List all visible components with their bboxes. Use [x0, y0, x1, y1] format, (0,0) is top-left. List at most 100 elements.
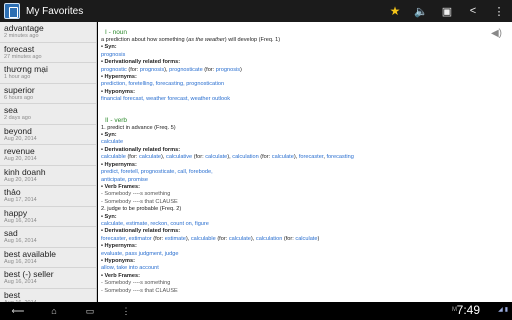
verb-sense-1: 1. predict in advance (Freq. 5)	[101, 124, 176, 131]
app-icon[interactable]	[4, 3, 20, 19]
recent-apps-icon[interactable]: ▭	[72, 302, 108, 320]
star-icon[interactable]: ★	[382, 0, 408, 22]
favorite-item[interactable]: beyond Aug 20, 2014	[0, 125, 96, 145]
favorites-list[interactable]: advantage 2 minutes ago forecast 27 minutes…	[0, 22, 97, 302]
back-icon[interactable]: ⟵	[0, 302, 36, 320]
favorite-word: forecast	[4, 43, 35, 54]
deriv-word-link[interactable]: prognostic	[101, 67, 127, 73]
verb-hypo-label: • Hyponyms:	[101, 257, 135, 264]
deriv-word-link[interactable]: calculation	[232, 154, 258, 160]
favorite-item[interactable]: thương mại 1 hour ago	[0, 63, 96, 84]
verb-hyper2-links[interactable]: evaluate, pass judgment, judge	[101, 251, 512, 258]
noun-hypo-links[interactable]: financial forecast, weather forecast, we…	[101, 96, 512, 103]
favorite-time: Aug 16, 2014	[4, 217, 37, 224]
pronounce-speaker-icon[interactable]: ◀)	[491, 28, 502, 39]
noun-deriv-list: prognostic (for: prognosis), prognostica…	[101, 67, 512, 74]
favorite-item[interactable]: happy Aug 16, 2014	[0, 207, 96, 227]
favorite-item[interactable]: kinh doanh Aug 20, 2014	[0, 166, 96, 186]
favorite-item[interactable]: forecast 27 minutes ago	[0, 43, 96, 63]
definition-panel: ◀) I - noun a prediction about how somet…	[98, 22, 512, 302]
verb-frame-2b: - Somebody ----s that CLAUSE	[101, 287, 178, 294]
verb-hypo2-links[interactable]: allow, take into account	[101, 265, 512, 272]
verb-deriv2-list: forecaster, estimator (for: estimate), c…	[101, 236, 512, 243]
favorite-word: beyond	[4, 125, 32, 136]
deriv-word-link[interactable]: forecaster	[101, 236, 126, 242]
favorite-item[interactable]: bestAug 16, 2014	[0, 289, 96, 303]
home-icon[interactable]: ⌂	[36, 302, 72, 320]
favorite-word: superior	[4, 84, 35, 95]
deriv-word-link[interactable]: calculation	[256, 236, 282, 242]
verb-hyper1b-links[interactable]: anticipate, promise	[101, 177, 512, 184]
deriv-root-link[interactable]: prognosis	[140, 67, 164, 73]
deriv-root-link[interactable]: calculate	[295, 236, 317, 242]
wifi-icon: ◢	[498, 307, 503, 313]
verb-frames2-label: • Verb Frames:	[101, 272, 140, 279]
deriv-note: (for:	[282, 235, 296, 242]
deriv-word-link[interactable]: calculable	[101, 154, 126, 160]
noun-syn-link[interactable]: prognosis	[101, 52, 512, 59]
verb-sense-2: 2. judge to be probable (Freq. 2)	[101, 206, 182, 213]
deriv-root-link[interactable]: calculate	[272, 154, 294, 160]
menu-icon[interactable]: ⋮	[108, 302, 144, 320]
deriv-root-link[interactable]: calculate	[205, 154, 227, 160]
deriv-word-link[interactable]: forecasting	[327, 154, 354, 160]
deriv-word-link[interactable]: calculable	[191, 236, 216, 242]
noun-definition: a prediction about how something (as the…	[101, 37, 281, 43]
image-icon[interactable]: ▣	[434, 0, 460, 22]
noun-hypo-label: • Hyponyms:	[101, 88, 135, 95]
favorite-time: 27 minutes ago	[4, 53, 42, 60]
favorite-time: Aug 16, 2014	[4, 258, 37, 265]
battery-icon: ▮	[504, 307, 508, 313]
noun-syn-label: • Syn:	[101, 44, 117, 51]
favorite-word: best available	[4, 248, 56, 259]
share-icon[interactable]: <	[460, 0, 486, 22]
favorite-time: 2 minutes ago	[4, 33, 39, 39]
volume-icon[interactable]: 🔈	[408, 0, 434, 22]
deriv-note: (for:	[151, 235, 165, 242]
deriv-root-link[interactable]: calculate	[229, 236, 251, 242]
deriv-root-link[interactable]: calculate	[139, 154, 161, 160]
deriv-note: (for:	[258, 154, 272, 161]
favorite-item[interactable]: superior 6 hours ago	[0, 84, 96, 104]
deriv-word-link[interactable]: estimator	[129, 236, 152, 242]
favorite-word: thương mại	[4, 64, 48, 74]
noun-deriv-label: • Derivationally related forms:	[101, 59, 181, 66]
verb-syn2-links[interactable]: calculate, estimate, reckon, count on, f…	[101, 221, 512, 228]
app-title: My Favorites	[26, 5, 84, 17]
favorite-word: sad	[4, 228, 18, 238]
favorite-item[interactable]: thảo Aug 17, 2014	[0, 186, 96, 207]
status-icons: ◢ ▮	[498, 306, 508, 313]
deriv-word-link[interactable]: forecaster	[299, 154, 324, 160]
favorite-time: Aug 16, 2014	[4, 238, 37, 244]
favorite-time: 2 days ago	[4, 115, 31, 121]
favorite-time: Aug 20, 2014	[4, 156, 37, 162]
favorite-word: best	[4, 289, 21, 300]
favorite-time: Aug 16, 2014	[4, 279, 37, 285]
deriv-note: (for:	[202, 66, 216, 73]
verb-syn1-link[interactable]: calculate	[101, 139, 512, 146]
verb-deriv1-list: calculable (for: calculate), calculative…	[101, 154, 512, 161]
favorite-item[interactable]: advantage 2 minutes ago	[0, 22, 96, 43]
favorite-word: happy	[4, 207, 28, 218]
verb-heading: II - verb	[105, 116, 128, 124]
deriv-note-end: )	[240, 66, 242, 73]
favorite-item[interactable]: sea 2 days ago	[0, 104, 96, 125]
action-bar: My Favorites ★ 🔈 ▣ < ⋮	[0, 0, 512, 22]
favorite-time: 6 hours ago	[4, 94, 34, 101]
verb-frame-2a: - Somebody ----s something	[101, 280, 171, 287]
deriv-note: (for:	[125, 154, 139, 161]
overflow-menu-icon[interactable]: ⋮	[486, 0, 512, 22]
favorite-word: revenue	[4, 146, 35, 156]
verb-hyper1a-links[interactable]: predict, foretell, prognosticate, call, …	[101, 169, 512, 176]
favorite-item[interactable]: revenue Aug 20, 2014	[0, 145, 96, 166]
deriv-word-link[interactable]: prognosticate	[169, 67, 203, 73]
deriv-word-link[interactable]: calculative	[166, 154, 192, 160]
verb-syn2-label: • Syn:	[101, 213, 117, 220]
favorite-time: Aug 17, 2014	[4, 197, 37, 203]
deriv-root-link[interactable]: estimate	[165, 236, 186, 242]
favorite-item[interactable]: sad Aug 16, 2014	[0, 227, 96, 248]
favorite-item[interactable]: best (-) seller Aug 16, 2014	[0, 268, 96, 289]
deriv-root-link[interactable]: prognosis	[216, 67, 240, 73]
noun-hyper-links[interactable]: prediction, foretelling, forecasting, pr…	[101, 81, 512, 88]
favorite-item[interactable]: best available Aug 16, 2014	[0, 248, 96, 268]
